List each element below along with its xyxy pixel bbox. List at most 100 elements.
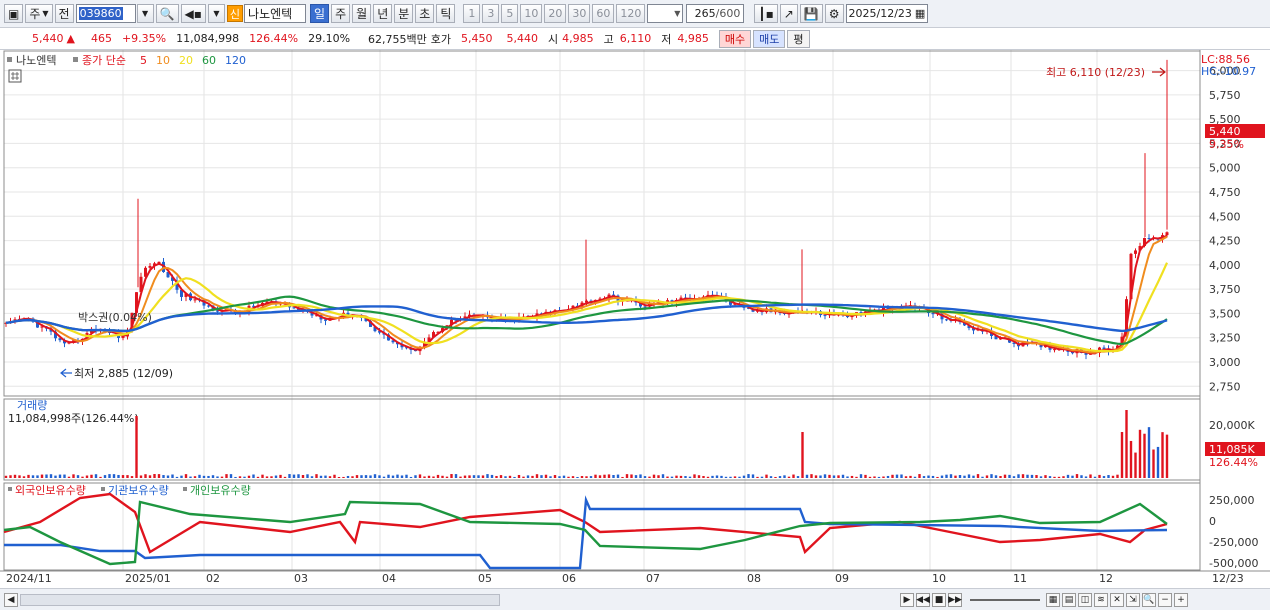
volume-bar	[1165, 434, 1169, 478]
interval-button-30[interactable]: 30	[568, 4, 591, 23]
tab-period-4[interactable]: 분	[394, 4, 414, 23]
zoom-icon[interactable]: 🔍	[1142, 592, 1156, 607]
zoom-slider[interactable]	[970, 598, 1040, 601]
volume-bar	[495, 475, 498, 478]
sell-button[interactable]: 매도	[753, 29, 786, 48]
scroll-right-button[interactable]: ▶	[900, 592, 914, 607]
nav-first-button[interactable]: ◀◀	[916, 592, 930, 607]
interval-button-20[interactable]: 20	[544, 4, 567, 23]
interval-button-1[interactable]: 1	[463, 4, 481, 23]
volume-bar	[1062, 476, 1065, 478]
speaker-dropdown-button[interactable]: ▼	[207, 4, 225, 23]
volume-bar	[670, 476, 674, 478]
tab-period-1[interactable]: 주	[331, 4, 351, 23]
stock-chart[interactable]: 6,0005,7505,5005,2505,0004,7504,5004,250…	[0, 50, 1270, 588]
calendar-icon: ▦	[914, 7, 926, 20]
price-tick-9: 3,750	[1209, 283, 1241, 296]
export-icon[interactable]: ⇲	[1126, 592, 1140, 607]
indicator-icon[interactable]: ≋	[1094, 592, 1108, 607]
volume-bar	[598, 475, 602, 478]
candle-body	[1134, 250, 1137, 254]
volume-bar	[337, 476, 341, 478]
layout-icon[interactable]: ▦	[1046, 592, 1060, 607]
speaker-icon[interactable]: ◀▪	[180, 4, 206, 23]
interval-button-120[interactable]: 120	[616, 4, 646, 23]
candle-body	[1165, 232, 1169, 236]
interval-button-60[interactable]: 60	[592, 4, 615, 23]
date-input[interactable]: 2025/12/23 ▦	[845, 4, 928, 23]
code-dropdown-button[interactable]: ▼	[136, 4, 154, 23]
chart-toolbar: ▣ 주 ▼ 전 039860 ▼ 🔍 ◀▪ ▼ 신 나노엔텍 일주월년분초틱 13…	[0, 0, 1270, 28]
holdings-legend-0: 외국인보유수량	[15, 484, 86, 497]
high-annotation: 최고 6,110 (12/23)	[1046, 66, 1145, 79]
nav-last-button[interactable]: ▶▶	[948, 592, 962, 607]
volume-bar	[571, 476, 575, 478]
volume-bar	[333, 474, 336, 478]
price-tick-13: 2,750	[1209, 380, 1241, 393]
draw-tool-icon[interactable]: ↗	[779, 4, 798, 23]
volume-bar	[787, 476, 791, 478]
volume-bar	[27, 474, 30, 478]
candle-type-icon[interactable]: ┃▪	[754, 4, 778, 23]
stock-code-input[interactable]: 039860	[75, 4, 136, 23]
interval-button-5[interactable]: 5	[501, 4, 519, 23]
holdings-tick-3: -500,000	[1209, 557, 1258, 570]
volume-bar	[112, 474, 116, 478]
quote-bar: 5,440 ▲ 465 +9.35% 11,084,998 126.44% 29…	[0, 28, 1270, 50]
chart-scrollbar[interactable]: ◀ ▶ ◀◀ ■ ▶▶ ▦ ▤ ◫ ≋ ✕ ⇲ 🔍 − +	[0, 588, 1270, 610]
volume-bar	[382, 476, 386, 478]
volume-bar	[499, 475, 503, 478]
volume-bar	[652, 474, 656, 478]
volume-bar	[1098, 474, 1101, 478]
volume-current-tag: 11,085K	[1209, 443, 1255, 456]
volume-bar	[486, 474, 489, 478]
scroll-left-button[interactable]: ◀	[4, 592, 18, 607]
price-tick-8: 4,000	[1209, 259, 1241, 272]
compare-icon[interactable]: ◫	[1078, 592, 1092, 607]
zoom-in-button[interactable]: +	[1174, 592, 1188, 607]
search-icon[interactable]: 🔍	[155, 4, 179, 23]
stock-name-field[interactable]: 나노엔텍	[244, 4, 307, 23]
compare-button[interactable]: 전	[54, 4, 74, 23]
buy-button[interactable]: 매수	[718, 29, 752, 48]
trade-amount: 62,755백만	[368, 32, 427, 46]
interval-button-10[interactable]: 10	[520, 4, 543, 23]
legend-ma-20: 20	[179, 54, 193, 67]
volume-bar	[697, 475, 701, 478]
count-input[interactable]: 265/600	[686, 4, 745, 23]
interval-button-3[interactable]: 3	[482, 4, 500, 23]
count-value: 265	[694, 7, 716, 20]
nav-stop-button[interactable]: ■	[932, 592, 946, 607]
tab-period-5[interactable]: 초	[415, 4, 435, 23]
save-icon[interactable]: 💾	[799, 4, 823, 23]
mode-select[interactable]: 주 ▼	[25, 4, 53, 23]
grid-toggle-icon[interactable]	[8, 69, 22, 83]
tab-period-3[interactable]: 년	[373, 4, 393, 23]
volume-bar	[220, 476, 224, 478]
volume-bar	[274, 475, 278, 478]
tab-period-6[interactable]: 틱	[436, 4, 456, 23]
chart-icon[interactable]: ▤	[1062, 592, 1076, 607]
scroll-track[interactable]	[20, 593, 500, 606]
x-label-last: 12/23	[1212, 572, 1244, 585]
interval-select[interactable]: ▼	[647, 4, 684, 23]
window-icon[interactable]: ▣	[4, 4, 24, 23]
volume-bar	[765, 474, 768, 478]
price-tick-12: 3,000	[1209, 356, 1241, 369]
volume-bar	[1003, 474, 1007, 478]
average-button[interactable]: 평	[787, 29, 810, 48]
gear-icon[interactable]: ⚙	[824, 4, 844, 23]
cross-icon[interactable]: ✕	[1110, 592, 1124, 607]
bid-price: 5,440	[506, 32, 539, 45]
volume-bar	[1156, 446, 1160, 478]
zoom-out-button[interactable]: −	[1158, 592, 1172, 607]
x-label-9: 09	[835, 572, 849, 585]
tab-period-2[interactable]: 월	[352, 4, 372, 23]
volume-bar	[90, 474, 93, 478]
volume-bar	[490, 474, 494, 478]
legend-ma-10: 10	[156, 54, 170, 67]
price-tick-5: 4,750	[1209, 186, 1241, 199]
volume-bar	[121, 475, 125, 478]
tab-period-0[interactable]: 일	[310, 4, 330, 23]
volume-bar	[522, 476, 525, 478]
